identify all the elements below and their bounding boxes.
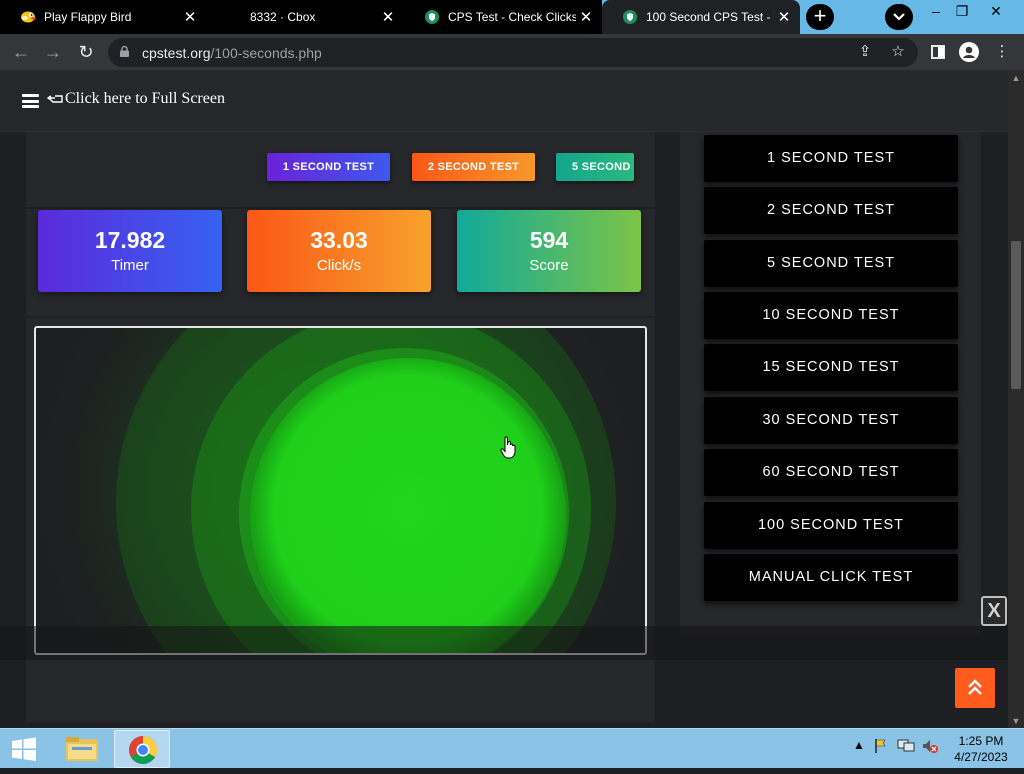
volume-muted-icon[interactable] [921,738,939,757]
url-path: /100-seconds.php [210,45,322,61]
folder-icon [66,737,98,761]
sidebar-manual-click-test[interactable]: MANUAL CLICK TEST [704,554,958,601]
clock-time: 1:25 PM [958,734,1004,748]
start-button[interactable] [0,730,48,768]
system-clock[interactable]: 1:25 PM 4/27/2023 [950,733,1012,765]
site-header: Click here to Full Screen [0,71,1008,132]
timer-label: Timer [111,257,149,274]
click-ripple-circles [36,328,636,653]
divider [26,207,655,209]
cpstest-shield-icon [622,9,638,25]
browser-tab-strip: Play Flappy Bird ✕ 8332 · Cbox ✕ CPS Tes… [0,0,1024,34]
two-second-test-button[interactable]: 2 SECOND TEST [412,153,535,181]
side-panel-icon[interactable] [927,41,949,63]
sidebar-1-second-test[interactable]: 1 SECOND TEST [704,135,958,182]
fullscreen-label: Click here to Full Screen [65,90,225,107]
sidebar-10-second-test[interactable]: 10 SECOND TEST [704,292,958,339]
cps-label: Click/s [316,257,362,274]
sidebar-60-second-test[interactable]: 60 SECOND TEST [704,449,958,496]
sidebar-30-second-test[interactable]: 30 SECOND TEST [704,397,958,444]
double-chevron-up-icon [968,679,982,695]
share-icon[interactable]: ⇪ [854,41,876,63]
tab-play-flappy-bird[interactable]: Play Flappy Bird ✕ [0,0,206,34]
cpstest-shield-icon [424,9,440,25]
windows-taskbar: ▲ 1:25 PM 4/27/2023 [0,728,1024,768]
browser-toolbar: ← → ↻ cpstest.org/100-seconds.php ⇪ ☆ ⋮ [0,34,1024,71]
restore-window-icon[interactable]: ❐ [946,0,978,24]
new-tab-button[interactable]: + [806,4,834,30]
tab-title: 8332 · Cbox [250,10,316,24]
sidebar-100-second-test[interactable]: 100 SECOND TEST [704,502,958,549]
scroll-up-arrow-icon[interactable]: ▲ [1008,71,1024,85]
close-tab-icon[interactable]: ✕ [576,8,596,26]
blank-favicon [226,9,242,25]
close-overlay-button[interactable]: X [981,596,1007,626]
sidebar-2-second-test[interactable]: 2 SECOND TEST [704,187,958,234]
close-tab-icon[interactable]: ✕ [180,8,200,26]
url-text: cpstest.org/100-seconds.php [142,45,322,61]
tab-title: Play Flappy Bird [44,10,132,24]
score-value: 594 [529,227,569,253]
close-tab-icon[interactable]: ✕ [774,8,794,26]
scroll-to-top-button[interactable] [955,668,995,708]
reload-icon[interactable]: ↻ [73,40,99,66]
pointing-hand-icon [46,95,63,103]
tab-cps-test[interactable]: CPS Test - Check Clicks p ✕ [404,0,602,34]
score-stat: 594 Score [457,210,641,292]
five-second-test-button[interactable]: 5 SECOND [556,153,634,181]
cps-value: 33.03 [310,227,368,253]
file-explorer-taskbar-item[interactable] [54,730,110,768]
click-area[interactable] [34,326,647,655]
scrollbar-thumb[interactable] [1011,241,1021,389]
scroll-down-arrow-icon[interactable]: ▼ [1008,714,1024,728]
chevron-down-icon [893,13,905,21]
address-bar[interactable]: cpstest.org/100-seconds.php ⇪ ☆ [108,38,918,67]
flappy-bird-icon [20,9,36,25]
url-host: cpstest.org [142,45,211,61]
one-second-test-button[interactable]: 1 SECOND TEST [267,153,390,181]
chrome-icon [129,736,157,764]
hand-cursor-icon [500,436,516,459]
close-tab-icon[interactable]: ✕ [378,8,398,26]
tab-cbox[interactable]: 8332 · Cbox ✕ [206,0,404,34]
test-sidebar: 1 SECOND TEST 2 SECOND TEST 5 SECOND TES… [680,132,981,635]
network-icon[interactable] [897,738,915,757]
action-center-flag-icon[interactable] [873,738,889,757]
menu-kebab-icon[interactable]: ⋮ [991,41,1013,63]
back-arrow-icon[interactable]: ← [8,40,34,66]
score-label: Score [529,257,569,274]
tab-100-second-cps-test[interactable]: 100 Second CPS Test - Th ✕ [602,0,800,34]
timer-stat: 17.982 Timer [38,210,222,292]
page-content: Click here to Full Screen 1 SECOND TEST … [0,71,1008,728]
profile-avatar-icon[interactable] [958,41,980,63]
lock-icon [120,46,129,57]
forward-arrow-icon[interactable]: → [40,40,66,66]
show-hidden-icons-icon[interactable]: ▲ [853,738,865,752]
chrome-taskbar-item[interactable] [114,730,170,768]
page-scrollbar[interactable]: ▲ ▼ [1008,71,1024,728]
sidebar-5-second-test[interactable]: 5 SECOND TEST [704,240,958,287]
tab-title: CPS Test - Check Clicks p [448,10,576,24]
tab-title: 100 Second CPS Test - Th [646,10,774,24]
fullscreen-link[interactable]: Click here to Full Screen [46,90,225,108]
timer-value: 17.982 [94,227,166,253]
clock-date: 4/27/2023 [954,750,1008,764]
bookmark-star-icon[interactable]: ☆ [887,41,909,63]
tab-search-button[interactable] [885,4,913,30]
windows-logo-icon [12,737,36,761]
divider [26,316,655,318]
close-window-icon[interactable]: ✕ [980,0,1012,24]
sidebar-15-second-test[interactable]: 15 SECOND TEST [704,344,958,391]
ad-overlay-bar [0,626,1008,660]
hamburger-menu-icon[interactable] [22,94,39,108]
clicks-per-second-stat: 33.03 Click/s [247,210,431,292]
